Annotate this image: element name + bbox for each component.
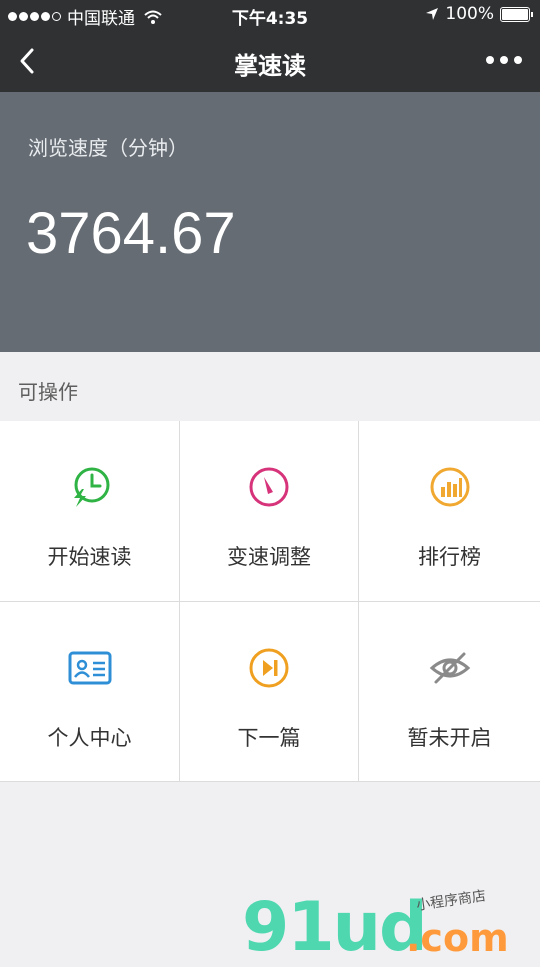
gauge-needle-icon [249,467,289,507]
action-grid: 开始速读 变速调整 排行榜 个人中心 下一篇 暂未开启 [0,421,540,782]
watermark-main: 91ud [242,888,428,967]
eye-off-icon [429,652,470,684]
battery-icon [500,6,533,22]
watermark-logo: 91ud 小程序商店 .com [240,888,540,967]
more-dots-icon [514,56,522,64]
action-label: 开始速读 [47,545,132,569]
speed-label: 浏览速度（分钟） [28,136,188,160]
action-label: 暂未开启 [407,726,492,750]
battery-percent: 100% [445,4,494,24]
chevron-left-icon [20,48,34,74]
bar-chart-icon [430,467,469,507]
more-dots-icon [486,56,494,64]
watermark-suffix: .com [406,916,509,960]
next-track-icon [249,648,289,688]
battery-fill [502,8,528,20]
more-dots-icon [500,56,508,64]
section-label: 可操作 [18,380,78,404]
status-right: 100% [425,4,533,24]
back-button[interactable] [12,44,46,78]
action-not-available[interactable]: 暂未开启 [359,602,540,782]
action-label: 下一篇 [237,726,301,750]
action-start-reading[interactable]: 开始速读 [0,421,180,602]
action-label: 变速调整 [227,545,311,569]
nav-bar: 掌速读 [0,30,540,92]
status-bar: 中国联通 下午4:35 100% [0,0,540,30]
clock-lightning-icon [73,467,109,507]
page-title: 掌速读 [234,52,306,80]
action-next-article[interactable]: 下一篇 [180,602,359,782]
id-card-icon [68,651,111,685]
speed-panel: 浏览速度（分钟） 3764.67 [0,92,540,352]
action-personal-center[interactable]: 个人中心 [0,602,180,782]
more-button[interactable] [486,56,522,64]
action-leaderboard[interactable]: 排行榜 [359,421,540,602]
action-label: 排行榜 [418,545,481,569]
location-arrow-icon [426,8,439,20]
speed-value: 3764.67 [26,201,236,266]
action-label: 个人中心 [47,726,132,750]
watermark-subtitle: 小程序商店 [415,888,487,914]
action-speed-adjust[interactable]: 变速调整 [180,421,359,602]
